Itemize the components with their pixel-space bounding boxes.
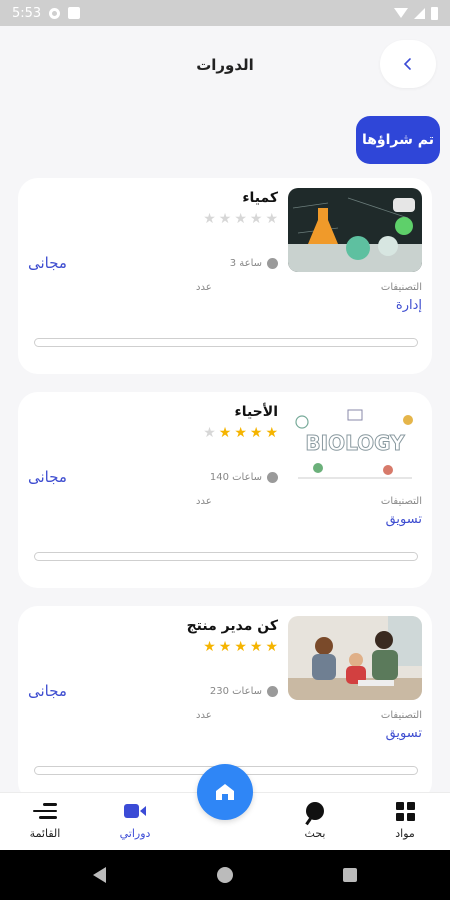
system-home-icon[interactable] [217, 867, 233, 883]
star-icon: ★ [234, 639, 247, 655]
star-icon: ★ [249, 211, 263, 227]
clock-icon [267, 258, 278, 269]
chevron-left-icon [403, 58, 411, 70]
course-title: كن مدير منتج [186, 618, 278, 634]
count-label: عدد [196, 496, 212, 507]
star-icon: ★ [218, 211, 232, 227]
progress-bar [34, 338, 418, 347]
course-price: مجانى [28, 682, 67, 700]
clock-icon [267, 686, 278, 697]
category-value: إدارة [395, 298, 422, 313]
purchased-filter-button[interactable]: تم شراؤها [356, 116, 440, 164]
course-thumbnail: BIOLOGY [288, 402, 422, 486]
system-back-icon[interactable] [93, 867, 106, 883]
course-duration: 3 ساعة [230, 258, 278, 269]
category-value: تسويق [385, 726, 422, 741]
back-button[interactable] [380, 40, 436, 88]
course-title: الأحياء [234, 404, 278, 420]
category-label: التصنيفات [380, 710, 422, 721]
home-button[interactable] [197, 764, 253, 820]
course-card-chemistry[interactable]: كمياء ★ ★ ★ ★ ★ 3 ساعة مجانى التصنيفات ع… [18, 178, 432, 374]
course-title: كمياء [242, 190, 278, 206]
menu-icon [33, 803, 57, 819]
star-half-icon: ★ [218, 425, 232, 441]
nav-materials[interactable]: مواد [370, 799, 440, 840]
star-icon: ★ [265, 639, 278, 655]
star-icon: ★ [249, 639, 263, 655]
status-time: 5:53 [12, 5, 42, 21]
course-price: مجانى [28, 254, 67, 272]
star-icon: ★ [203, 425, 216, 441]
rating-stars: ★ ★ ★ ★ ★ [203, 426, 278, 440]
search-icon [306, 802, 324, 820]
system-navigation-bar [0, 850, 450, 900]
nav-menu[interactable]: القائمة [10, 799, 80, 840]
star-icon: ★ [265, 425, 278, 441]
home-icon [216, 784, 234, 800]
progress-bar [34, 552, 418, 561]
star-icon: ★ [203, 211, 216, 227]
star-icon: ★ [203, 639, 216, 655]
nav-search[interactable]: بحث [280, 799, 350, 840]
svg-text:BIOLOGY: BIOLOGY [305, 431, 405, 455]
app-header: الدورات [0, 26, 450, 106]
course-thumbnail [288, 616, 422, 700]
settings-icon [49, 7, 61, 19]
status-bar: 5:53 [0, 0, 450, 26]
category-label: التصنيفات [380, 496, 422, 507]
system-recents-icon[interactable] [343, 868, 357, 882]
count-label: عدد [196, 710, 212, 721]
clock-icon [267, 472, 278, 483]
nav-materials-label: مواد [395, 827, 415, 840]
nav-my-courses-label: دوراتي [119, 827, 151, 840]
star-icon: ★ [265, 211, 278, 227]
duration-text: 230 ساعات [209, 686, 262, 697]
signal-icon [414, 7, 425, 19]
battery-icon [431, 6, 438, 20]
star-icon: ★ [234, 211, 247, 227]
star-icon: ★ [249, 425, 263, 441]
nav-search-label: بحث [304, 827, 326, 840]
nav-menu-label: القائمة [29, 827, 61, 840]
star-icon: ★ [218, 639, 232, 655]
count-label: عدد [196, 282, 212, 293]
duration-text: 140 ساعات [209, 472, 262, 483]
sd-card-icon [68, 7, 81, 19]
course-duration: 140 ساعات [210, 472, 278, 483]
rating-stars: ★ ★ ★ ★ ★ [203, 640, 278, 654]
grid-icon [395, 801, 415, 821]
course-price: مجانى [28, 468, 67, 486]
video-icon [124, 803, 146, 819]
nav-my-courses[interactable]: دوراتي [100, 799, 170, 840]
duration-text: 3 ساعة [229, 258, 262, 269]
star-icon: ★ [234, 425, 247, 441]
category-label: التصنيفات [380, 282, 422, 293]
course-duration: 230 ساعات [210, 686, 278, 697]
course-thumbnail [288, 188, 422, 272]
course-card-biology[interactable]: BIOLOGY الأحياء ★ ★ ★ ★ ★ 140 ساعات مجان… [18, 392, 432, 588]
category-value: تسويق [385, 512, 422, 527]
rating-stars: ★ ★ ★ ★ ★ [203, 212, 278, 226]
wifi-icon [394, 8, 408, 18]
